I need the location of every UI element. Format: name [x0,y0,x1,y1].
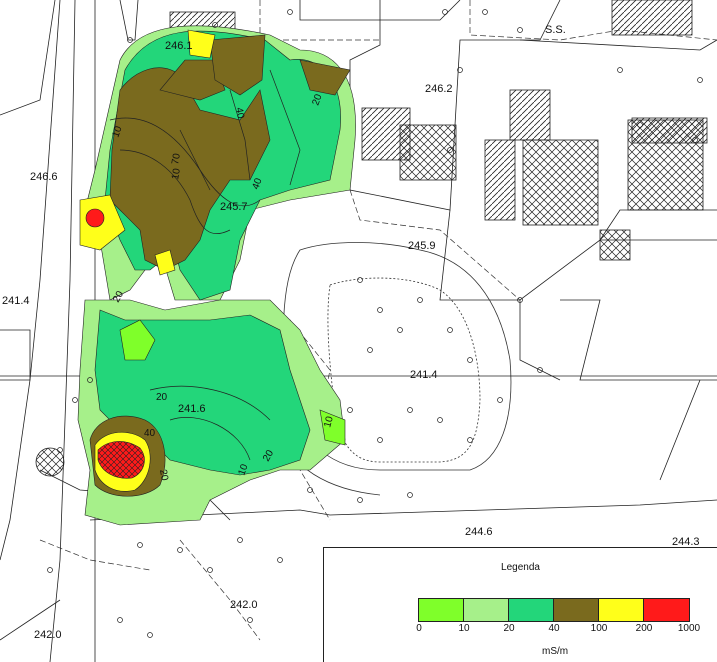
legend-unit: mS/m [542,646,569,657]
contour-label: 40 [144,428,156,439]
spot-height-label: 242.0 [34,629,62,641]
legend-tick-label: 10 [458,623,470,634]
zone-200-1000-west [85,208,105,228]
legend-tick-label: 40 [548,623,560,634]
spot-height-label: 245.7 [220,201,248,213]
spot-height-label: 245.9 [408,240,436,252]
legend-title: Legenda [501,562,540,573]
spot-height-label: 244.6 [465,526,493,538]
spot-height-label: 242.0 [230,599,258,611]
contour-label: 20 [156,392,168,403]
legend-color-bar [418,598,690,622]
legend-swatch [509,599,554,621]
spot-height-label: 241.4 [2,295,30,307]
legend-swatch [554,599,599,621]
legend-swatch [644,599,689,621]
spot-height-label: 241.4 [410,369,438,381]
legend: Legenda 0 10 20 40 100 200 1000 mS/m [323,547,717,662]
legend-swatch [464,599,509,621]
legend-tick-label: 200 [635,623,653,634]
spot-height-label: 246.1 [165,40,193,52]
legend-tick-label: 1000 [677,623,701,634]
legend-tick-label: 0 [416,623,422,634]
spot-height-label: 241.6 [178,403,206,415]
spot-height-label: 246.6 [30,171,58,183]
legend-tick-label: 20 [503,623,515,634]
legend-swatch [419,599,464,621]
spot-height-label: 246.2 [425,83,453,95]
place-label: S.S. [545,24,566,36]
legend-tick-label: 100 [590,623,608,634]
legend-swatch [599,599,644,621]
